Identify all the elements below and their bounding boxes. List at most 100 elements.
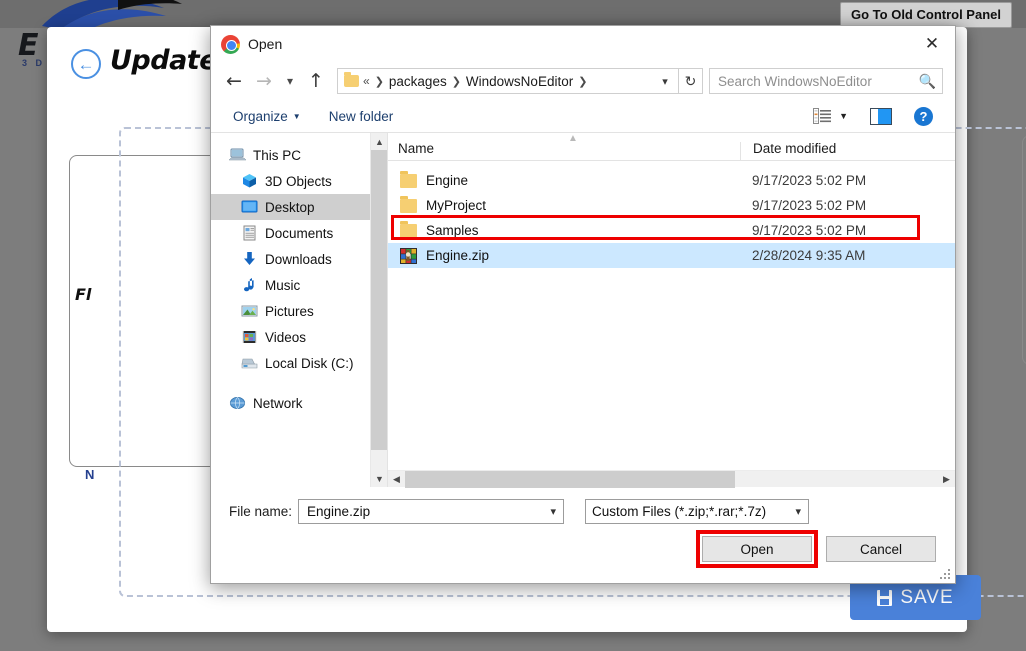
command-bar: Organize ▼ New folder ▼ ? xyxy=(211,100,955,133)
cancel-button[interactable]: Cancel xyxy=(826,536,936,562)
file-list-pane: Name Date modified ▲ Engine 9/17/2023 5:… xyxy=(388,133,955,487)
sidebar-item-this-pc[interactable]: This PC xyxy=(211,142,387,168)
chevron-down-icon[interactable]: ▼ xyxy=(371,470,388,487)
search-icon[interactable]: 🔍 xyxy=(919,73,936,90)
new-folder-button[interactable]: New folder xyxy=(329,109,394,124)
help-icon[interactable]: ? xyxy=(914,107,933,126)
sidebar-item-local-disk-c[interactable]: Local Disk (C:) xyxy=(211,350,387,376)
chrome-icon xyxy=(221,35,240,54)
pane-left-half xyxy=(871,109,878,124)
save-button-label: SAVE xyxy=(900,587,953,609)
videos-icon xyxy=(241,329,258,345)
floppy-disk-icon xyxy=(877,590,892,606)
navigation-bar: ← → ▾ ↑ « ❯ packages ❯ WindowsNoEditor ❯… xyxy=(211,62,955,100)
folder-icon xyxy=(400,199,417,213)
chevron-left-icon[interactable]: ◀ xyxy=(388,471,405,488)
address-overflow-chevrons[interactable]: « xyxy=(363,74,370,88)
dialog-titlebar: Open ✕ xyxy=(211,26,955,62)
dialog-footer: File name: ▾ Custom Files (*.zip;*.rar;*… xyxy=(211,487,955,562)
file-name: Engine.zip xyxy=(426,248,489,263)
sidebar-item-label: Local Disk (C:) xyxy=(265,356,354,371)
dialog-title: Open xyxy=(248,36,282,52)
folder-icon xyxy=(400,174,417,188)
breadcrumb-separator: ❯ xyxy=(374,75,385,88)
file-name: Samples xyxy=(426,223,479,238)
column-header-date-modified[interactable]: Date modified xyxy=(740,142,955,160)
refresh-icon[interactable]: ↻ xyxy=(679,68,703,94)
tree-vertical-scrollbar[interactable]: ▲ ▼ xyxy=(370,133,387,487)
file-list-horizontal-scrollbar[interactable]: ◀ ▶ xyxy=(388,470,955,487)
back-button[interactable]: ← xyxy=(71,49,101,79)
table-row[interactable]: Engine 9/17/2023 5:02 PM xyxy=(388,168,955,193)
folder-icon xyxy=(400,224,417,238)
music-icon xyxy=(241,277,258,293)
tree-scrollbar-thumb[interactable] xyxy=(371,150,388,450)
arrow-left-circle-icon: ← xyxy=(78,56,95,73)
sidebar-item-network[interactable]: Network xyxy=(211,390,387,416)
navigation-tree-pane: This PC 3D Objects Desktop xyxy=(211,133,388,487)
file-name: MyProject xyxy=(426,198,486,213)
file-name-combobox[interactable]: ▾ xyxy=(298,499,564,524)
sidebar-item-downloads[interactable]: Downloads xyxy=(211,246,387,272)
file-date: 2/28/2024 9:35 AM xyxy=(740,248,955,263)
file-name-input[interactable] xyxy=(305,503,547,520)
address-bar[interactable]: « ❯ packages ❯ WindowsNoEditor ❯ ▾ xyxy=(337,68,679,94)
sidebar-item-pictures[interactable]: Pictures xyxy=(211,298,387,324)
hscrollbar-thumb[interactable] xyxy=(405,471,735,488)
sidebar-item-label: Videos xyxy=(265,330,306,345)
file-list-rows: Engine 9/17/2023 5:02 PM MyProject 9/17/… xyxy=(388,161,955,268)
organize-label: Organize xyxy=(233,109,288,124)
table-row[interactable]: Engine.zip 2/28/2024 9:35 AM xyxy=(388,243,955,268)
sort-ascending-icon: ▲ xyxy=(568,133,578,144)
chevron-up-icon[interactable]: ▲ xyxy=(371,133,388,150)
sidebar-item-label: Documents xyxy=(265,226,333,241)
sidebar-item-label: This PC xyxy=(253,148,301,163)
breadcrumb-separator: ❯ xyxy=(451,75,462,88)
sidebar-item-music[interactable]: Music xyxy=(211,272,387,298)
file-date: 9/17/2023 5:02 PM xyxy=(740,198,955,213)
table-row[interactable]: MyProject 9/17/2023 5:02 PM xyxy=(388,193,955,218)
tree-spacer xyxy=(211,376,387,390)
chevron-down-icon[interactable]: ▾ xyxy=(548,505,560,518)
breadcrumb-windowsnoeditor[interactable]: WindowsNoEditor xyxy=(466,74,573,89)
file-date: 9/17/2023 5:02 PM xyxy=(740,223,955,238)
chevron-down-icon[interactable]: ▾ xyxy=(793,505,805,518)
sidebar-item-label: Downloads xyxy=(265,252,332,267)
sidebar-item-label: 3D Objects xyxy=(265,174,332,189)
file-type-combobox[interactable]: Custom Files (*.zip;*.rar;*.7z) ▾ xyxy=(585,499,809,524)
recent-locations-chevron-down-icon[interactable]: ▾ xyxy=(279,66,301,96)
sidebar-item-documents[interactable]: Documents xyxy=(211,220,387,246)
breadcrumb-separator: ❯ xyxy=(577,75,588,88)
sidebar-item-label: Pictures xyxy=(265,304,314,319)
hscrollbar-track[interactable] xyxy=(405,471,938,488)
dialog-body: This PC 3D Objects Desktop xyxy=(211,133,955,487)
downloads-icon xyxy=(241,251,258,267)
table-row[interactable]: Samples 9/17/2023 5:02 PM xyxy=(388,218,955,243)
resize-grip-icon[interactable] xyxy=(940,569,951,580)
search-input[interactable] xyxy=(716,73,911,90)
pictures-icon xyxy=(241,303,258,319)
background-link-n[interactable]: N xyxy=(85,467,94,482)
3d-objects-icon xyxy=(241,173,258,189)
sidebar-item-videos[interactable]: Videos xyxy=(211,324,387,350)
chevron-right-icon[interactable]: ▶ xyxy=(938,471,955,488)
organize-button[interactable]: Organize ▼ xyxy=(233,109,301,124)
sidebar-item-3d-objects[interactable]: 3D Objects xyxy=(211,168,387,194)
file-list-header: Name Date modified ▲ xyxy=(388,133,955,161)
preview-pane-icon[interactable] xyxy=(870,108,892,125)
view-layout-icon[interactable] xyxy=(813,108,831,124)
dialog-button-row: Open Cancel xyxy=(229,536,937,562)
column-header-name[interactable]: Name xyxy=(388,133,740,160)
back-icon[interactable]: ← xyxy=(219,66,249,96)
sidebar-item-desktop[interactable]: Desktop xyxy=(211,194,387,220)
view-chevron-down-icon[interactable]: ▼ xyxy=(839,111,848,121)
chevron-down-icon: ▼ xyxy=(293,112,301,121)
search-box[interactable]: 🔍 xyxy=(709,68,943,94)
background-flip-label: Fl xyxy=(75,285,91,304)
open-button[interactable]: Open xyxy=(702,536,812,562)
forward-icon: → xyxy=(249,66,279,96)
breadcrumb-packages[interactable]: packages xyxy=(389,74,447,89)
close-icon[interactable]: ✕ xyxy=(909,26,955,62)
up-icon[interactable]: ↑ xyxy=(301,66,331,96)
address-chevron-down-icon[interactable]: ▾ xyxy=(654,75,676,88)
